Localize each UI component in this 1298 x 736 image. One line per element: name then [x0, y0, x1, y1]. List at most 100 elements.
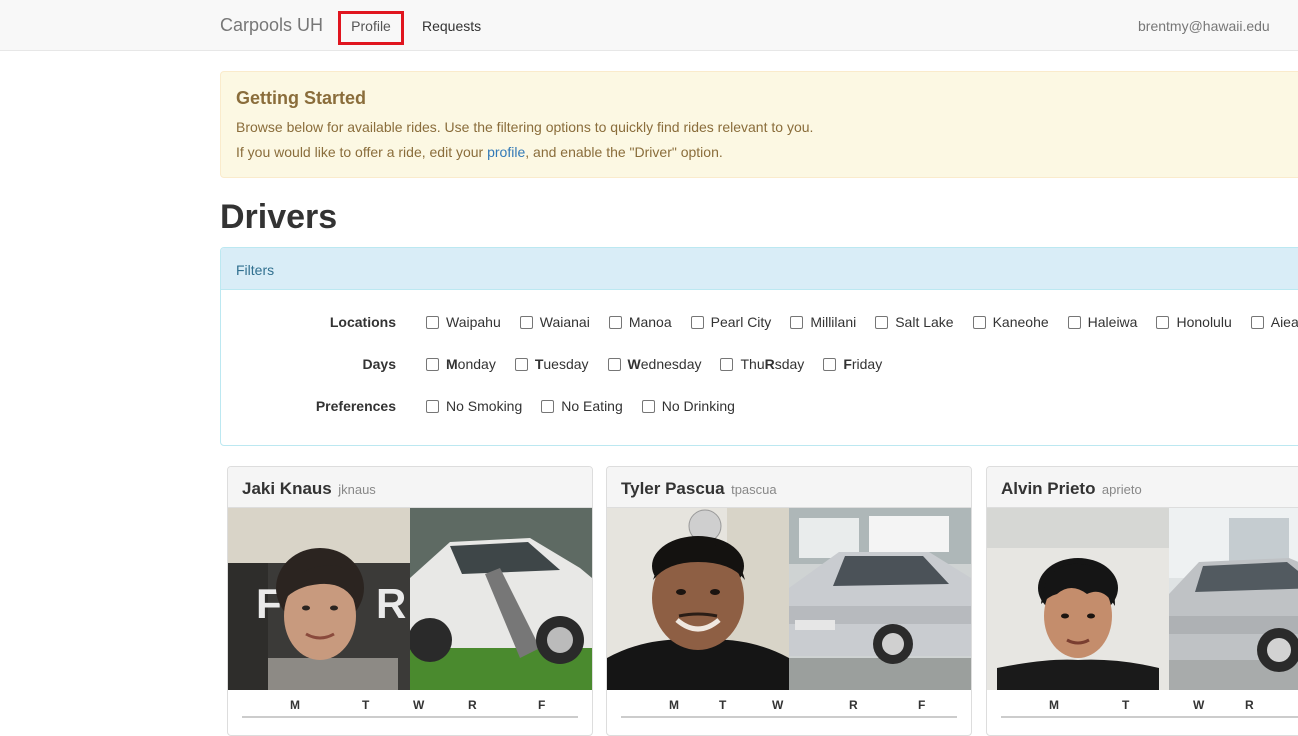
- alert-line-2-after: , and enable the "Driver" option.: [525, 144, 723, 160]
- alert-line-2: If you would like to offer a ride, edit …: [236, 144, 1294, 161]
- filter-option-location-salt-lake[interactable]: Salt Lake: [875, 314, 954, 330]
- filter-option-label: No Eating: [561, 398, 623, 414]
- checkbox[interactable]: [541, 399, 555, 413]
- filter-option-label: ThuRsday: [740, 356, 804, 372]
- days-options: Monday Tuesday Wednesday ThuRsday Friday: [426, 356, 901, 372]
- day-label: T: [1122, 698, 1130, 712]
- day-label: R: [468, 698, 477, 712]
- day-label: R: [1245, 698, 1254, 712]
- checkbox[interactable]: [823, 357, 837, 371]
- filter-option-label: Tuesday: [535, 356, 589, 372]
- days-divider: [621, 716, 957, 718]
- day-label: M: [290, 698, 300, 712]
- day-label-rest: riday: [851, 356, 883, 372]
- day-label-letter: M: [446, 356, 458, 372]
- preferences-options: No Smoking No Eating No Drinking: [426, 398, 754, 414]
- svg-text:R: R: [376, 580, 406, 627]
- filter-option-location-millilani[interactable]: Millilani: [790, 314, 856, 330]
- filter-option-preference-no-smoking[interactable]: No Smoking: [426, 398, 522, 414]
- day-label: W: [1193, 698, 1205, 712]
- filter-option-location-kaneohe[interactable]: Kaneohe: [972, 314, 1049, 330]
- driver-card[interactable]: Jaki Knaus jknaus F R M T W R F: [227, 466, 593, 736]
- checkbox[interactable]: [720, 357, 734, 371]
- filter-option-day-4[interactable]: Friday: [823, 356, 882, 372]
- checkbox[interactable]: [514, 357, 528, 371]
- filter-option-location-haleiwa[interactable]: Haleiwa: [1067, 314, 1138, 330]
- day-label: F: [918, 698, 926, 712]
- filter-option-label: Wednesday: [628, 356, 702, 372]
- days-label: Days: [362, 356, 396, 372]
- day-label: R: [849, 698, 858, 712]
- filter-option-label: Honolulu: [1176, 314, 1232, 330]
- profile-link[interactable]: profile: [487, 144, 525, 160]
- driver-photos: [607, 508, 971, 690]
- day-label: T: [362, 698, 370, 712]
- checkbox[interactable]: [1156, 315, 1170, 329]
- day-label: F: [538, 698, 546, 712]
- brand-link[interactable]: Carpools UH: [220, 15, 323, 36]
- filter-option-preference-no-drinking[interactable]: No Drinking: [641, 398, 735, 414]
- driver-card[interactable]: Tyler Pascua tpascua M T W R F: [606, 466, 972, 736]
- checkbox[interactable]: [426, 315, 439, 329]
- driver-days: M T W R F: [607, 690, 971, 720]
- day-label: T: [719, 698, 727, 712]
- filter-option-location-honolulu[interactable]: Honolulu: [1156, 314, 1232, 330]
- navbar: Carpools UH Profile Requests brentmy@haw…: [0, 0, 1298, 51]
- checkbox[interactable]: [790, 315, 804, 329]
- filter-option-location-aiea[interactable]: Aiea: [1250, 314, 1298, 330]
- locations-label: Locations: [329, 314, 396, 330]
- checkbox[interactable]: [1250, 315, 1264, 329]
- days-divider: [1001, 716, 1298, 718]
- checkbox[interactable]: [1067, 315, 1081, 329]
- day-label-prefix: Thu: [740, 356, 765, 372]
- driver-photo: [987, 508, 1169, 690]
- filter-option-preference-no-eating[interactable]: No Eating: [541, 398, 623, 414]
- filter-option-location-pearl-city[interactable]: Pearl City: [690, 314, 772, 330]
- filter-option-location-waipahu[interactable]: Waipahu: [426, 314, 501, 330]
- driver-username: jknaus: [338, 482, 376, 497]
- checkbox[interactable]: [607, 357, 621, 371]
- day-label: M: [1049, 698, 1059, 712]
- day-label-letter: W: [627, 356, 641, 372]
- filter-option-day-3[interactable]: ThuRsday: [720, 356, 804, 372]
- filter-option-day-1[interactable]: Tuesday: [514, 356, 589, 372]
- checkbox[interactable]: [690, 315, 704, 329]
- driver-photos: [987, 508, 1298, 690]
- checkbox[interactable]: [426, 357, 439, 371]
- day-label-rest: sday: [774, 356, 805, 372]
- driver-card-header: Jaki Knaus jknaus: [228, 467, 592, 508]
- filter-option-label: Pearl City: [710, 314, 772, 330]
- driver-card[interactable]: Alvin Prieto aprieto M T W R: [986, 466, 1298, 736]
- filter-option-label: Haleiwa: [1087, 314, 1138, 330]
- filter-option-day-2[interactable]: Wednesday: [607, 356, 702, 372]
- filter-option-label: Monday: [446, 356, 496, 372]
- checkbox[interactable]: [426, 399, 439, 413]
- filter-option-label: No Drinking: [661, 398, 735, 414]
- user-email-link[interactable]: brentmy@hawaii.edu: [1138, 18, 1270, 34]
- day-label: M: [669, 698, 679, 712]
- nav-profile-link[interactable]: Profile: [338, 11, 404, 45]
- filter-option-label: Salt Lake: [895, 314, 954, 330]
- nav-profile-label: Profile: [351, 18, 391, 34]
- car-photo: [1169, 508, 1298, 690]
- checkbox[interactable]: [519, 315, 533, 329]
- filter-option-location-waianai[interactable]: Waianai: [519, 314, 590, 330]
- nav-requests-link[interactable]: Requests: [422, 18, 481, 34]
- locations-options: Waipahu Waianai Manoa Pearl City Millilani Sa…: [426, 314, 1298, 330]
- driver-photo: [607, 508, 789, 690]
- filter-option-label: Manoa: [628, 314, 672, 330]
- checkbox[interactable]: [641, 399, 655, 413]
- checkbox[interactable]: [608, 315, 622, 329]
- checkbox[interactable]: [875, 315, 889, 329]
- locations-filter-row: Locations Waipahu Waianai Manoa Pearl City M…: [221, 312, 1298, 332]
- driver-username: tpascua: [731, 482, 777, 497]
- filter-option-label: Waianai: [539, 314, 590, 330]
- filter-option-label: Millilani: [810, 314, 857, 330]
- filter-option-label: Friday: [843, 356, 882, 372]
- checkbox[interactable]: [972, 315, 986, 329]
- day-label-rest: onday: [457, 356, 496, 372]
- day-label-letter: R: [764, 356, 775, 372]
- filter-option-day-0[interactable]: Monday: [426, 356, 496, 372]
- driver-photos: F R: [228, 508, 592, 690]
- filter-option-location-manoa[interactable]: Manoa: [608, 314, 672, 330]
